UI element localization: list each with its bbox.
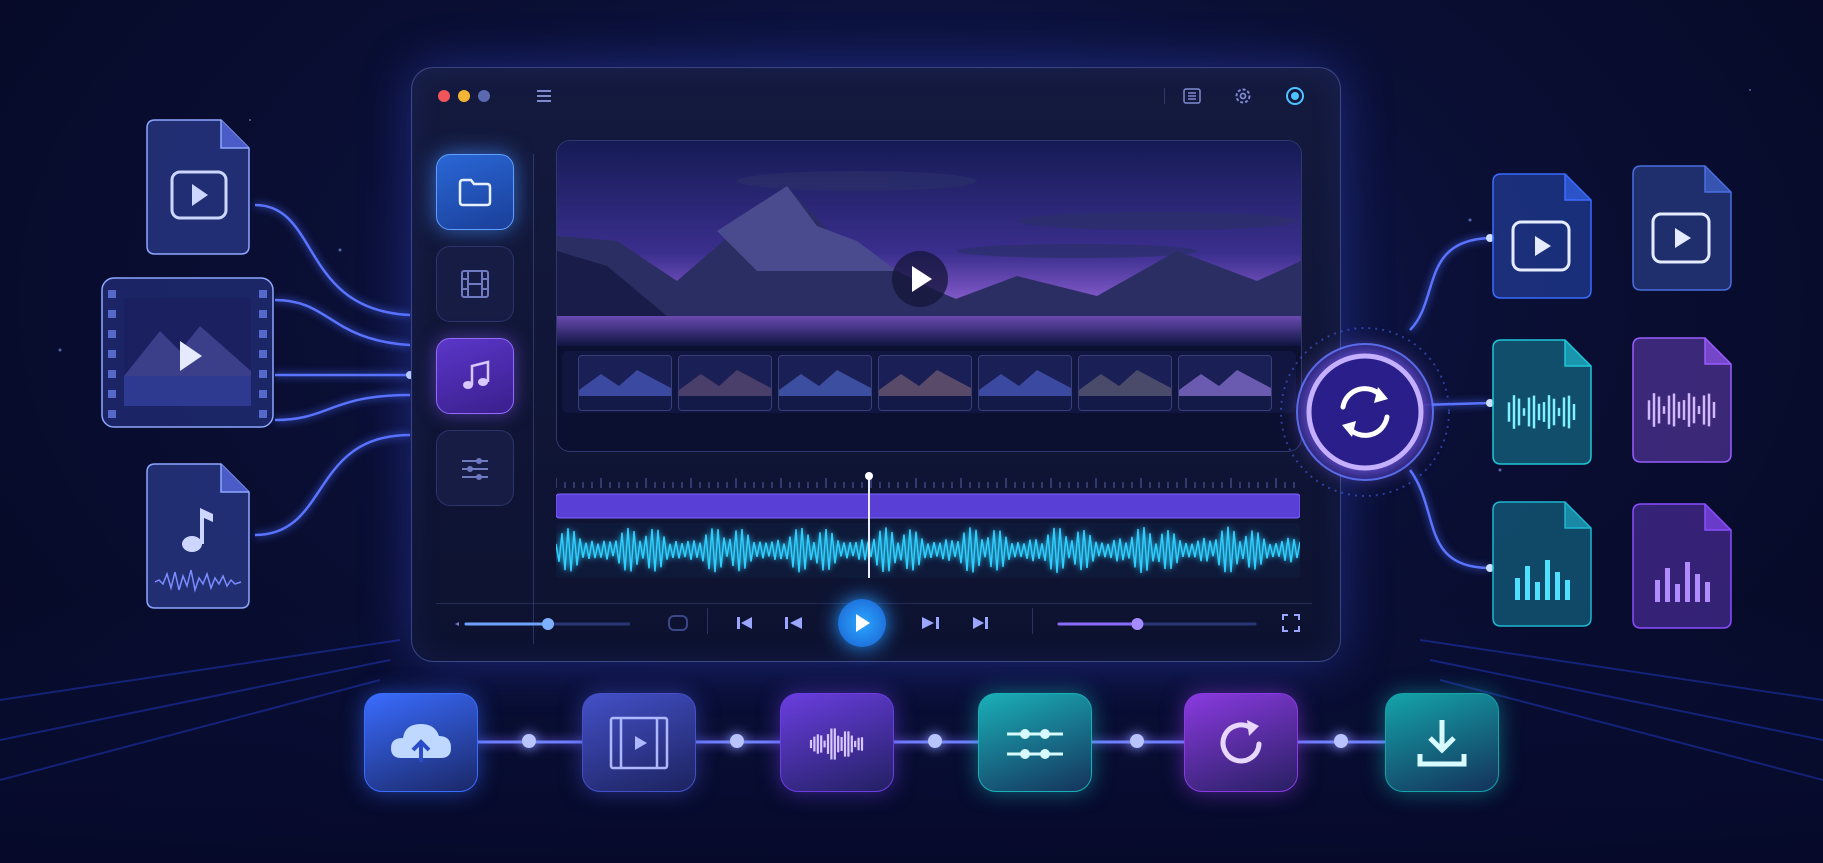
- filmstrip-frame[interactable]: [878, 355, 972, 411]
- input-film-frame[interactable]: [100, 276, 275, 429]
- close-button[interactable]: [438, 90, 450, 102]
- pipeline-connector-dot: [1130, 734, 1144, 748]
- sliders-icon: [462, 458, 488, 480]
- previous-button[interactable]: [781, 610, 807, 636]
- filmstrip-frame[interactable]: [778, 355, 872, 411]
- play-button[interactable]: [838, 599, 886, 647]
- sidebar-item-files[interactable]: [436, 154, 514, 230]
- filmstrip-frame[interactable]: [1178, 355, 1272, 411]
- cloud-upload-icon: [391, 723, 451, 762]
- pipeline-connector-dot: [928, 734, 942, 748]
- skip-start-icon: [737, 617, 752, 629]
- timeline-playhead[interactable]: [865, 472, 874, 578]
- filmstrip-frame[interactable]: [1078, 355, 1172, 411]
- pipeline-connector-dot: [1333, 734, 1348, 748]
- filmstrip-frame[interactable]: [978, 355, 1072, 411]
- output-file-6[interactable]: [1631, 502, 1733, 634]
- filmstrip-frame[interactable]: [578, 355, 672, 411]
- skip-start-button[interactable]: [732, 610, 758, 636]
- timeline[interactable]: [555, 472, 1301, 578]
- zoom-button[interactable]: [478, 90, 490, 102]
- volume-icon: [455, 622, 459, 626]
- filmstrip[interactable]: [562, 351, 1296, 413]
- output-file-1[interactable]: [1491, 172, 1593, 304]
- skip-end-icon: [973, 617, 988, 629]
- input-video-file[interactable]: [145, 118, 251, 256]
- convert-button[interactable]: [1278, 325, 1452, 499]
- fullscreen-button[interactable]: [1278, 610, 1304, 636]
- next-icon: [922, 617, 939, 629]
- minimize-button[interactable]: [458, 90, 470, 102]
- pipeline-step-6[interactable]: [1385, 693, 1499, 792]
- download-icon: [1417, 719, 1467, 766]
- film-icon: [461, 270, 489, 298]
- gear-icon[interactable]: [1228, 81, 1258, 111]
- pipeline-step-5[interactable]: [1184, 693, 1298, 792]
- loop-icon[interactable]: [665, 610, 691, 636]
- output-file-5[interactable]: [1491, 500, 1593, 632]
- audio-wave-icon: [809, 727, 864, 760]
- output-file-4[interactable]: [1631, 336, 1733, 468]
- filmstrip-frame[interactable]: [678, 355, 772, 411]
- pipeline-connector-dot: [730, 734, 744, 748]
- app-window: [411, 67, 1341, 662]
- next-button[interactable]: [917, 610, 943, 636]
- output-file-3[interactable]: [1491, 338, 1593, 470]
- pipeline-step-1[interactable]: [364, 693, 478, 792]
- music-note-icon: [463, 360, 490, 389]
- audio-track: [556, 523, 1300, 578]
- play-icon: [856, 614, 870, 632]
- sidebar-item-video[interactable]: [436, 246, 514, 322]
- folder-icon: [458, 178, 492, 207]
- output-file-2[interactable]: [1631, 164, 1733, 296]
- sidebar-item-adjust[interactable]: [436, 430, 514, 506]
- refresh-icon: [1220, 719, 1262, 763]
- previous-icon: [785, 617, 802, 629]
- input-audio-file[interactable]: [145, 462, 251, 610]
- skip-end-button[interactable]: [967, 610, 993, 636]
- menu-icon[interactable]: [529, 81, 559, 111]
- pipeline-step-2[interactable]: [582, 693, 696, 792]
- record-icon[interactable]: [1280, 81, 1310, 111]
- fullscreen-icon: [1282, 614, 1300, 632]
- pipeline-step-4[interactable]: [978, 693, 1092, 792]
- pipeline-step-3[interactable]: [780, 693, 894, 792]
- preview-scene: [557, 141, 1301, 346]
- film-edit-icon: [609, 716, 669, 769]
- equalizer-icon: [1007, 728, 1063, 759]
- video-preview[interactable]: [556, 140, 1302, 452]
- progress-slider[interactable]: [1057, 614, 1257, 634]
- volume-control[interactable]: [454, 614, 632, 634]
- list-icon[interactable]: [1177, 81, 1207, 111]
- sidebar-item-audio[interactable]: [436, 338, 514, 414]
- pipeline-connector-dot: [522, 734, 536, 748]
- video-track: [555, 493, 1301, 519]
